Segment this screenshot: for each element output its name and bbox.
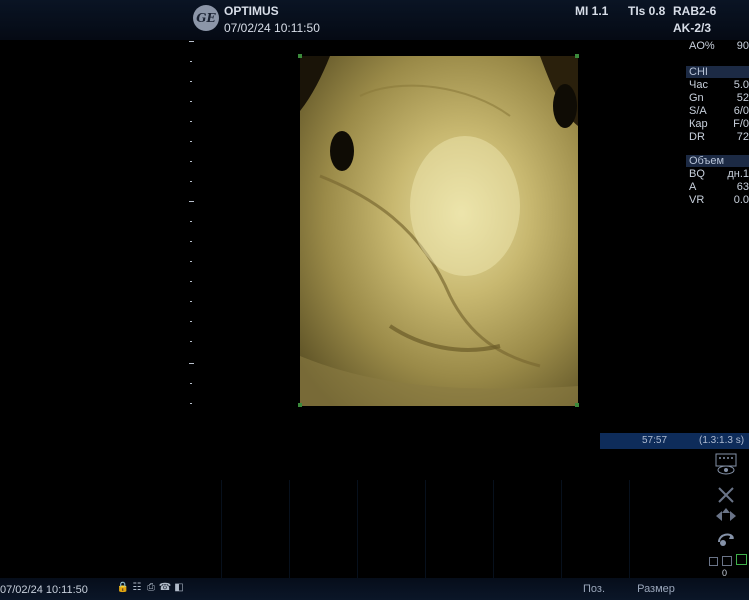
param-row: Кар F/0	[689, 118, 749, 130]
param-group-volume: Объем	[686, 155, 749, 167]
roi-corner-br	[575, 403, 579, 407]
roi-corner-bl	[298, 403, 302, 407]
roi-corner-tl	[298, 54, 302, 58]
tis-index: TIs 0.8	[628, 4, 666, 18]
ge-logo: GE	[193, 5, 219, 31]
position-button[interactable]: Поз.	[568, 580, 620, 598]
cine-loop-bar[interactable]: 57:57 (1.3:1.3 s)	[600, 433, 749, 449]
param-ao: AO% 90	[689, 40, 749, 52]
view-square-icon[interactable]	[709, 557, 718, 566]
mi-index: MI 1.1	[575, 4, 609, 18]
probe-name: RAB2-6	[673, 4, 717, 18]
param-row: S/A 6/0	[689, 105, 749, 117]
rotate-tool-icon[interactable]	[713, 527, 739, 549]
crosshair-icon[interactable]	[713, 484, 739, 506]
cine-speed: (1.3:1.3 s)	[699, 435, 745, 446]
counter-value: 0	[722, 568, 728, 578]
arrow-move-icon[interactable]	[713, 505, 739, 527]
param-row: DR 72	[689, 131, 749, 143]
status-icons: 🔒 ☷ ⎙ ☎ ◧	[117, 580, 185, 596]
screen-icon: ◧	[174, 581, 184, 593]
roi-corner-tr	[575, 54, 579, 58]
size-button[interactable]: Размер	[626, 580, 686, 598]
device-name: OPTIMUS	[224, 4, 279, 18]
preset-name: AK-2/3	[673, 21, 712, 35]
view-square-active-icon[interactable]	[736, 554, 747, 565]
top-header: GE OPTIMUS 07/02/24 10:11:50 MI 1.1 TIs …	[0, 0, 749, 40]
view-square-icon[interactable]	[722, 556, 732, 566]
param-row: A 63	[689, 181, 749, 193]
depth-scale	[186, 38, 198, 418]
header-datetime: 07/02/24 10:11:50	[224, 21, 320, 35]
footer-datetime: 07/02/24 10:11:50	[0, 584, 88, 596]
lock-icon: 🔒	[116, 581, 130, 593]
network-icon: ☷	[132, 581, 142, 593]
printer-icon: ⎙	[147, 581, 155, 593]
cine-frame: 57:57	[642, 435, 668, 446]
param-group-chi: CHI	[686, 66, 749, 78]
keyboard-eye-icon[interactable]	[713, 453, 739, 475]
param-row: BQ дн.1	[689, 168, 749, 180]
param-row: VR 0.0	[689, 194, 749, 206]
phone-icon: ☎	[158, 581, 172, 593]
param-row: Час 5.0	[689, 79, 749, 91]
param-row: Gn 52	[689, 92, 749, 104]
volume-render-image[interactable]	[300, 56, 578, 406]
